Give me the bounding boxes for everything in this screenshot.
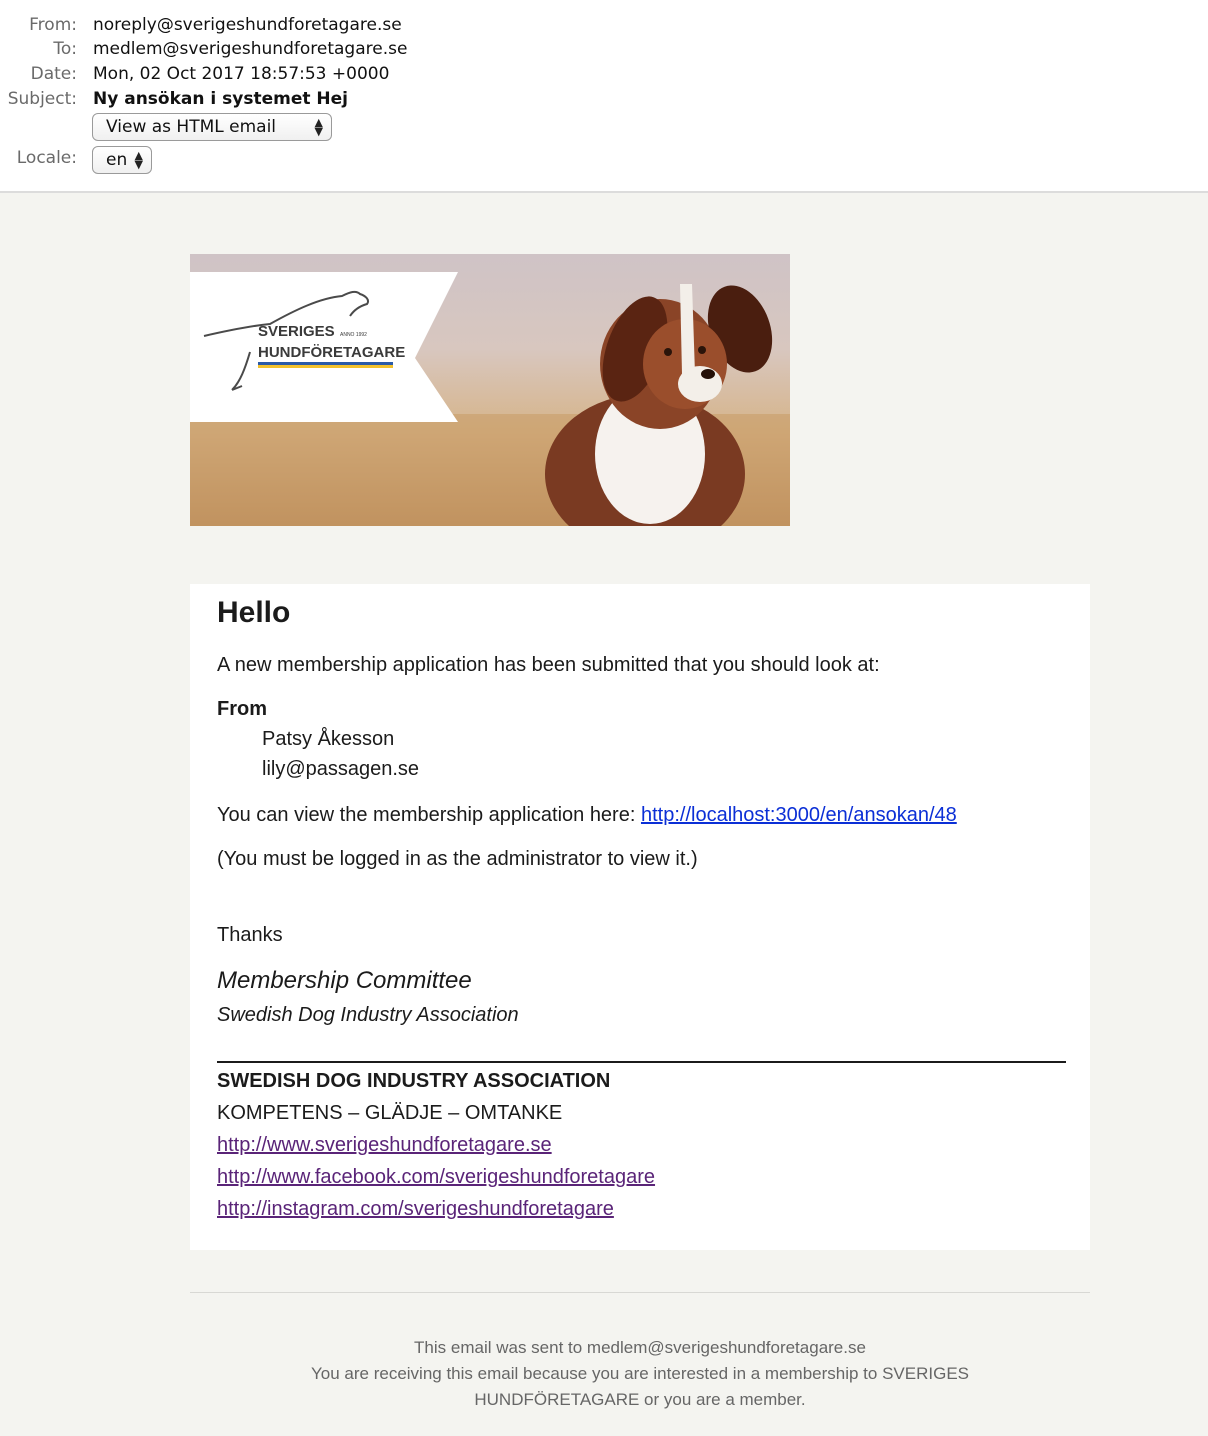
signature-name: Membership Committee <box>217 967 472 994</box>
select-updown-icon: ▲ ▼ <box>314 116 323 138</box>
view-application-text: You can view the membership application … <box>217 804 641 826</box>
website-link[interactable]: http://www.sverigeshundforetagare.se <box>217 1134 552 1157</box>
signature-divider <box>217 1061 1066 1063</box>
from-heading: From <box>217 698 267 720</box>
greeting-heading: Hello <box>217 596 291 629</box>
from-label: From: <box>29 15 77 35</box>
date-label: Date: <box>30 64 77 84</box>
logo-line1: SVERIGES <box>258 323 335 340</box>
footer-sent-to: This email was sent to medlem@sverigeshu… <box>414 1338 866 1357</box>
org-name-upper: SWEDISH DOG INDUSTRY ASSOCIATION <box>217 1070 611 1092</box>
locale-select[interactable]: en ▲ ▼ <box>92 146 152 174</box>
signature-org: Swedish Dog Industry Association <box>217 1004 519 1026</box>
header-banner-image: SVERIGES ANNO 1992 HUNDFÖRETAGARE <box>190 254 790 526</box>
applicant-email: lily@passagen.se <box>262 758 420 780</box>
email-footer: This email was sent to medlem@sverigeshu… <box>190 1335 1090 1413</box>
view-format-value: View as HTML email <box>106 117 277 137</box>
thanks-text: Thanks <box>217 924 283 946</box>
logo-stripe-blue <box>258 362 393 365</box>
select-updown-icon: ▲ ▼ <box>134 149 143 171</box>
logo-anno: ANNO 1992 <box>340 332 367 338</box>
to-value: medlem@sverigeshundforetagare.se <box>93 39 408 59</box>
applicant-name: Patsy Åkesson <box>262 728 395 750</box>
facebook-link[interactable]: http://www.facebook.com/sverigeshundfore… <box>217 1166 655 1189</box>
intro-text: A new membership application has been su… <box>217 654 880 676</box>
locale-value: en <box>106 150 128 170</box>
logo-line2: HUNDFÖRETAGARE <box>258 344 405 361</box>
date-value: Mon, 02 Oct 2017 18:57:53 +0000 <box>93 64 390 84</box>
footer-divider <box>190 1292 1090 1293</box>
instagram-link[interactable]: http://instagram.com/sverigeshundforetag… <box>217 1198 614 1221</box>
org-motto: KOMPETENS – GLÄDJE – OMTANKE <box>217 1102 563 1124</box>
logo-stripe-yellow <box>258 365 393 368</box>
footer-reason: You are receiving this email because you… <box>311 1364 969 1409</box>
subject-value: Ny ansökan i systemet Hej <box>93 89 348 109</box>
view-application-line: You can view the membership application … <box>217 804 957 827</box>
view-format-select[interactable]: View as HTML email ▲ ▼ <box>92 113 332 141</box>
subject-label: Subject: <box>7 89 77 109</box>
application-link[interactable]: http://localhost:3000/en/ansokan/48 <box>641 804 957 826</box>
from-value: noreply@sverigeshundforetagare.se <box>93 15 402 35</box>
banner-dog-photo: SVERIGES ANNO 1992 HUNDFÖRETAGARE <box>190 272 790 526</box>
to-label: To: <box>53 39 77 59</box>
email-body-card: Hello A new membership application has b… <box>190 584 1090 1250</box>
locale-label: Locale: <box>16 148 77 168</box>
admin-note: (You must be logged in as the administra… <box>217 848 698 870</box>
mail-header: From: noreply@sverigeshundforetagare.se … <box>0 0 1208 193</box>
